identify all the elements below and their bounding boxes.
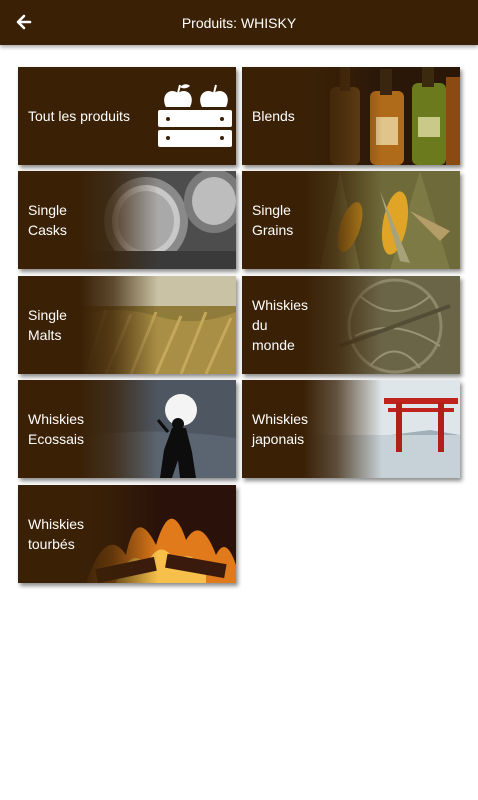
category-label: Whiskies Ecossais — [28, 411, 85, 447]
crate-with-apples-icon — [158, 84, 232, 147]
category-whiskies-japonais[interactable]: Whiskies japonais — [242, 380, 460, 478]
category-label: Single Malts — [28, 307, 67, 343]
category-single-casks[interactable]: Single Casks — [18, 171, 236, 269]
category-whiskies-ecossais[interactable]: Whiskies Ecossais — [18, 380, 236, 478]
category-blends[interactable]: Blends — [242, 67, 460, 165]
category-whiskies-tourbes[interactable]: Whiskies tourbés — [18, 485, 236, 583]
category-label: Single Casks — [28, 202, 67, 238]
category-label: Whiskies tourbés — [28, 516, 85, 552]
category-label: Single Grains — [252, 202, 294, 238]
category-label: Whiskies du monde — [252, 297, 309, 353]
category-whiskies-du-monde[interactable]: Whiskies du monde — [242, 276, 460, 374]
category-label: Blends — [252, 108, 295, 124]
category-label: Tout les produits — [28, 108, 130, 124]
category-single-malts[interactable]: Single Malts — [18, 276, 236, 374]
category-label: Whiskies japonais — [252, 411, 309, 447]
app-bar: Produits: WHISKY — [0, 0, 478, 45]
back-button[interactable] — [6, 4, 42, 40]
category-tout-les-produits[interactable]: Tout les produits — [18, 67, 236, 165]
page-title: Produits: WHISKY — [181, 14, 297, 31]
arrow-left-icon — [16, 14, 32, 30]
category-single-grains[interactable]: Single Grains — [242, 171, 460, 269]
